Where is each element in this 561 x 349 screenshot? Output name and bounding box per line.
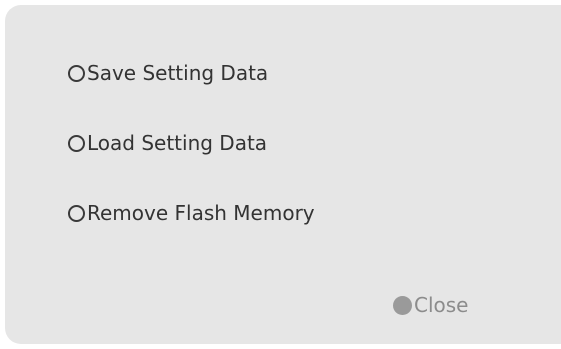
close-button[interactable]: Close [393,293,468,317]
save-setting-data-option[interactable]: Save Setting Data [68,61,268,85]
radio-circle-icon [68,204,85,222]
load-setting-data-option[interactable]: Load Setting Data [68,131,267,155]
filled-dot-icon [393,295,412,315]
radio-circle-icon [68,134,85,152]
load-setting-data-label: Load Setting Data [87,131,268,155]
radio-circle-icon [68,64,85,82]
close-label: Close [414,293,469,317]
remove-flash-memory-option[interactable]: Remove Flash Memory [68,201,315,225]
save-setting-data-label: Save Setting Data [87,61,269,85]
remove-flash-memory-label: Remove Flash Memory [87,201,315,225]
settings-dialog-panel: Save Setting Data Load Setting Data Remo… [5,5,561,344]
